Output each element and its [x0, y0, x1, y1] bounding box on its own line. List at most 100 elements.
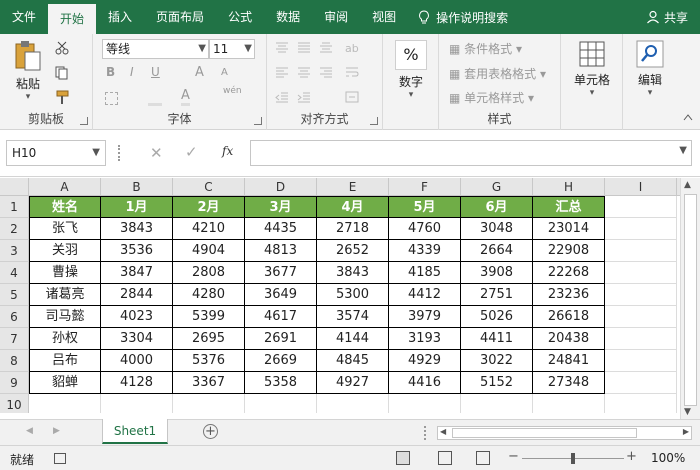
- table-cell[interactable]: 4128: [101, 372, 173, 394]
- formula-bar-handle[interactable]: [118, 145, 121, 161]
- table-cell[interactable]: 2669: [245, 350, 317, 372]
- table-cell[interactable]: 貂蝉: [29, 372, 101, 394]
- table-cell[interactable]: 曹操: [29, 262, 101, 284]
- zoom-slider[interactable]: [522, 453, 624, 464]
- row-header[interactable]: 6: [0, 306, 29, 328]
- table-cell[interactable]: 4185: [389, 262, 461, 284]
- format-as-table-button[interactable]: ▦ 套用表格格式 ▾: [449, 65, 546, 82]
- empty-cell[interactable]: [317, 394, 389, 413]
- wrap-text-icon[interactable]: [345, 66, 359, 78]
- empty-cell[interactable]: [173, 394, 245, 413]
- ribbon-tab[interactable]: 审阅: [312, 0, 360, 34]
- vertical-scrollbar[interactable]: ▲ ▼: [680, 178, 700, 421]
- table-cell[interactable]: 3843: [317, 262, 389, 284]
- table-cell[interactable]: 4904: [173, 240, 245, 262]
- table-cell[interactable]: 24841: [533, 350, 605, 372]
- row-header[interactable]: 7: [0, 328, 29, 350]
- decrease-indent-icon[interactable]: [275, 91, 289, 103]
- table-cell[interactable]: 2695: [173, 328, 245, 350]
- row-header[interactable]: 1: [0, 196, 29, 218]
- cell-styles-button[interactable]: ▦ 单元格样式 ▾: [449, 89, 534, 106]
- empty-cell[interactable]: [101, 394, 173, 413]
- table-cell[interactable]: 22908: [533, 240, 605, 262]
- paste-button[interactable]: 粘贴 ▾: [10, 40, 46, 102]
- row-header[interactable]: 8: [0, 350, 29, 372]
- table-cell[interactable]: 2751: [461, 284, 533, 306]
- table-cell[interactable]: 3677: [245, 262, 317, 284]
- merge-center-icon[interactable]: [345, 91, 359, 103]
- page-layout-view-icon[interactable]: [438, 451, 452, 465]
- empty-cell[interactable]: [605, 306, 677, 328]
- ribbon-tab[interactable]: 插入: [96, 0, 144, 34]
- tell-me-search[interactable]: 操作说明搜索: [408, 0, 518, 34]
- hscroll-thumb[interactable]: [452, 428, 637, 438]
- zoom-out-button[interactable]: −: [508, 449, 519, 464]
- ribbon-tab[interactable]: 页面布局: [144, 0, 216, 34]
- table-cell[interactable]: 吕布: [29, 350, 101, 372]
- ribbon-tab[interactable]: 视图: [360, 0, 408, 34]
- bold-button[interactable]: B: [106, 65, 115, 79]
- table-cell[interactable]: 司马懿: [29, 306, 101, 328]
- table-cell[interactable]: 20438: [533, 328, 605, 350]
- worksheet-grid[interactable]: A B C D E F G H I 1 姓名 1月 2月 3月 4月 5月 6月 汇总 2 张飞 3843 4210 443…: [0, 178, 680, 413]
- table-cell[interactable]: 3574: [317, 306, 389, 328]
- align-middle-icon[interactable]: [297, 41, 311, 53]
- table-cell[interactable]: 3193: [389, 328, 461, 350]
- page-break-view-icon[interactable]: [476, 451, 490, 465]
- select-all-corner[interactable]: [0, 178, 29, 196]
- table-cell[interactable]: 2691: [245, 328, 317, 350]
- prev-sheet-icon[interactable]: ◀: [26, 426, 33, 436]
- empty-cell[interactable]: [461, 394, 533, 413]
- share-button[interactable]: 共享: [646, 0, 688, 34]
- column-header[interactable]: D: [245, 178, 317, 196]
- table-cell[interactable]: 5399: [173, 306, 245, 328]
- row-header[interactable]: 3: [0, 240, 29, 262]
- row-header[interactable]: 10: [0, 394, 29, 413]
- ribbon-tab[interactable]: 文件: [0, 0, 48, 34]
- alignment-launcher-icon[interactable]: [370, 117, 378, 125]
- table-cell[interactable]: 4416: [389, 372, 461, 394]
- ribbon-tab[interactable]: 开始: [48, 4, 97, 34]
- column-header[interactable]: I: [605, 178, 677, 196]
- empty-cell[interactable]: [29, 394, 101, 413]
- table-cell[interactable]: 3908: [461, 262, 533, 284]
- table-cell[interactable]: 5152: [461, 372, 533, 394]
- table-cell[interactable]: 5300: [317, 284, 389, 306]
- empty-cell[interactable]: [605, 394, 677, 413]
- column-header[interactable]: A: [29, 178, 101, 196]
- table-cell[interactable]: 2718: [317, 218, 389, 240]
- borders-icon[interactable]: [105, 92, 118, 105]
- table-cell[interactable]: 4760: [389, 218, 461, 240]
- increase-indent-icon[interactable]: [297, 91, 311, 103]
- table-cell[interactable]: 4435: [245, 218, 317, 240]
- table-cell[interactable]: 23236: [533, 284, 605, 306]
- row-header[interactable]: 4: [0, 262, 29, 284]
- align-left-icon[interactable]: [275, 66, 289, 78]
- enter-icon[interactable]: ✓: [185, 143, 198, 161]
- column-header[interactable]: H: [533, 178, 605, 196]
- table-cell[interactable]: 27348: [533, 372, 605, 394]
- tab-split-handle[interactable]: [424, 426, 427, 440]
- table-cell[interactable]: 3649: [245, 284, 317, 306]
- table-header-cell[interactable]: 6月: [461, 196, 533, 218]
- table-cell[interactable]: 2808: [173, 262, 245, 284]
- empty-cell[interactable]: [605, 262, 677, 284]
- column-header[interactable]: G: [461, 178, 533, 196]
- scroll-left-icon[interactable]: ◀: [440, 427, 446, 436]
- normal-view-icon[interactable]: [396, 451, 410, 465]
- empty-cell[interactable]: [605, 328, 677, 350]
- table-cell[interactable]: 2652: [317, 240, 389, 262]
- name-box[interactable]: H10 ▼: [6, 140, 106, 166]
- table-cell[interactable]: 2844: [101, 284, 173, 306]
- horizontal-scrollbar[interactable]: ◀ ▶: [437, 426, 692, 440]
- column-header[interactable]: C: [173, 178, 245, 196]
- table-cell[interactable]: 张飞: [29, 218, 101, 240]
- table-cell[interactable]: 5026: [461, 306, 533, 328]
- table-cell[interactable]: 3304: [101, 328, 173, 350]
- macro-record-icon[interactable]: [54, 453, 66, 464]
- grow-font-button[interactable]: A: [195, 65, 204, 80]
- copy-icon[interactable]: [55, 66, 71, 80]
- shrink-font-button[interactable]: A: [221, 67, 228, 78]
- table-cell[interactable]: 4411: [461, 328, 533, 350]
- underline-button[interactable]: U: [151, 65, 160, 79]
